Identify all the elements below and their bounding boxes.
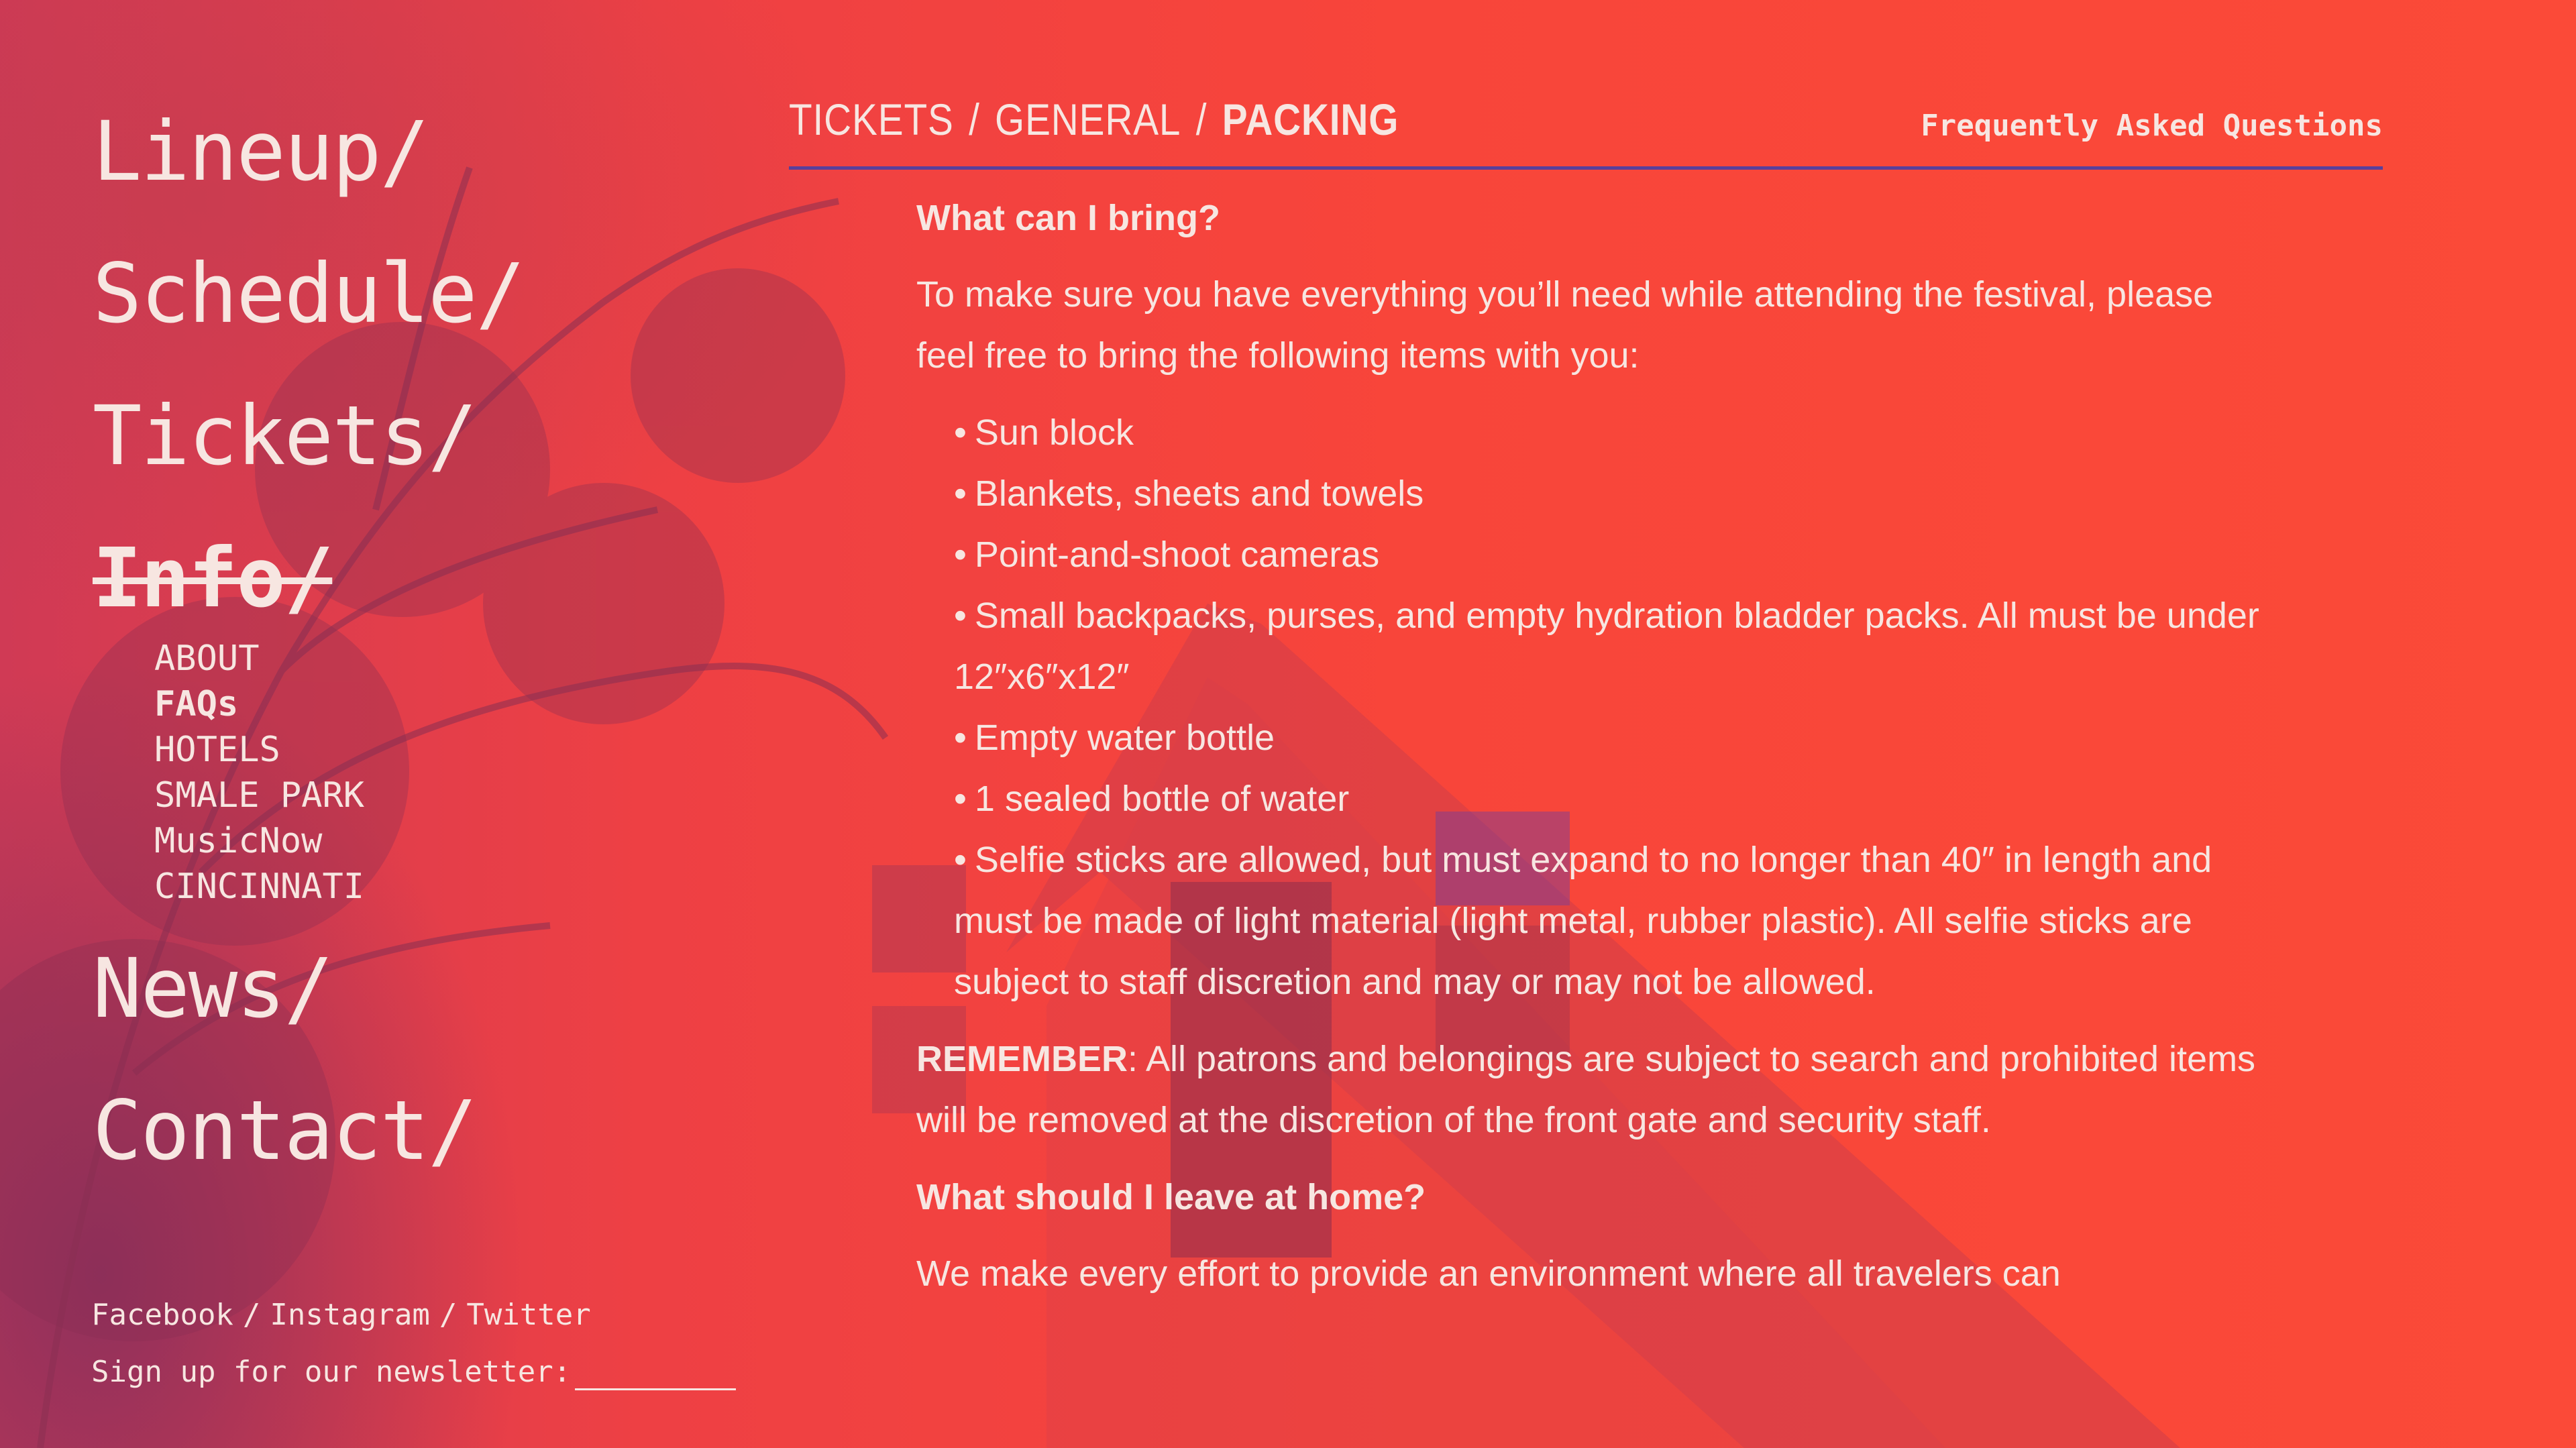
leave-at-home-paragraph: We make every effort to provide an envir… — [916, 1254, 2061, 1294]
newsletter-signup: Sign up for our newsletter: — [91, 1355, 737, 1390]
faq-content: What can I bring? To make sure you have … — [916, 188, 2278, 1321]
social-separator: / — [242, 1298, 261, 1332]
nav-info[interactable]: Info/ — [93, 507, 696, 649]
breadcrumb-tickets[interactable]: TICKETS — [789, 95, 954, 144]
breadcrumb: TICKETS / GENERAL / PACKING — [789, 94, 1399, 145]
remember-paragraph: REMEMBER: All patrons and belongings are… — [916, 1029, 2278, 1151]
page-header: TICKETS / GENERAL / PACKING Frequently Asked… — [789, 94, 2383, 170]
bullet-icon: • — [954, 535, 967, 575]
nav-schedule[interactable]: Schedule/ — [93, 223, 696, 365]
list-item: • Sun block — [954, 412, 1134, 453]
list-item: • Small backpacks, purses, and empty hydr… — [954, 596, 2259, 697]
question-what-can-i-bring: What can I bring? — [916, 198, 1220, 238]
breadcrumb-separator: / — [1195, 95, 1208, 144]
newsletter-email-input[interactable] — [575, 1357, 737, 1390]
nav-tickets[interactable]: Tickets/ — [93, 365, 696, 507]
sub-nav-faqs[interactable]: FAQs — [154, 681, 696, 727]
breadcrumb-general[interactable]: GENERAL — [995, 95, 1181, 144]
list-item: • Empty water bottle — [954, 718, 1275, 758]
twitter-link[interactable]: Twitter — [466, 1298, 590, 1332]
nav-lineup[interactable]: Lineup/ — [93, 80, 696, 223]
faq-link[interactable]: Frequently Asked Questions — [1921, 109, 2383, 143]
list-item: • 1 sealed bottle of water — [954, 779, 1350, 819]
nav-contact[interactable]: Contact/ — [93, 1060, 696, 1202]
instagram-link[interactable]: Instagram — [270, 1298, 429, 1332]
nav-news[interactable]: News/ — [93, 917, 696, 1060]
intro-paragraph: To make sure you have everything you’ll … — [916, 274, 2214, 376]
bullet-icon: • — [954, 779, 967, 819]
sub-nav-musicnow[interactable]: MusicNow — [154, 818, 696, 864]
bullet-icon: • — [954, 474, 967, 514]
bullet-icon: • — [954, 412, 967, 453]
sub-nav-smale-park[interactable]: SMALE PARK — [154, 773, 696, 818]
social-separator: / — [439, 1298, 458, 1332]
info-sub-nav: ABOUT FAQs HOTELS SMALE PARK MusicNow CI… — [154, 636, 696, 917]
list-item: • Point-and-shoot cameras — [954, 535, 1380, 575]
breadcrumb-separator: / — [969, 95, 980, 144]
bullet-icon: • — [954, 840, 967, 880]
main-nav: Lineup/ Schedule/ Tickets/ Info/ ABOUT F… — [93, 80, 696, 1202]
list-item: • Blankets, sheets and towels — [954, 474, 1424, 514]
list-item: • Selfie sticks are allowed, but must exp… — [954, 840, 2212, 1002]
newsletter-label: Sign up for our newsletter: — [91, 1355, 572, 1389]
allowed-items-list: • Sun block • Blankets, sheets and towels … — [954, 402, 2278, 1013]
breadcrumb-packing: PACKING — [1222, 95, 1399, 144]
remember-label: REMEMBER — [916, 1039, 1128, 1079]
sub-nav-hotels[interactable]: HOTELS — [154, 727, 696, 773]
bullet-icon: • — [954, 718, 967, 758]
facebook-link[interactable]: Facebook — [91, 1298, 233, 1332]
sub-nav-about[interactable]: ABOUT — [154, 636, 696, 681]
social-links: Facebook / Instagram / Twitter — [91, 1298, 591, 1332]
bullet-icon: • — [954, 596, 967, 636]
sub-nav-cincinnati[interactable]: CINCINNATI — [154, 864, 696, 909]
question-what-to-leave-at-home: What should I leave at home? — [916, 1177, 1426, 1217]
